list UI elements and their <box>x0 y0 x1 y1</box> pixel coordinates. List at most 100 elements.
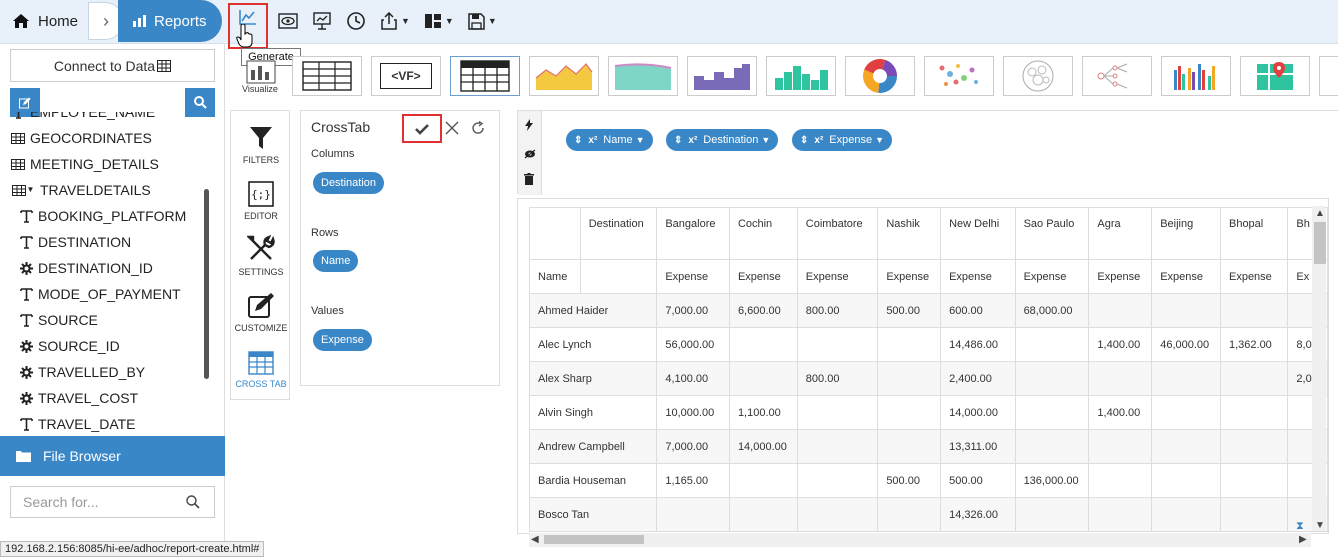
tree-item-label: BOOKING_PLATFORM <box>38 208 187 224</box>
file-search-input[interactable]: Search for... <box>10 486 215 518</box>
vis-circle-pack[interactable] <box>1003 56 1073 96</box>
tree-item[interactable]: TRAVEL_DATE <box>18 411 136 436</box>
table-icon <box>10 158 26 170</box>
columns-label: Columns <box>311 148 355 160</box>
table-icon <box>10 132 26 144</box>
tree-item[interactable]: MEETING_DETAILS <box>10 151 159 177</box>
apply-button[interactable] <box>402 114 442 143</box>
field-pill-destination[interactable]: ⇕ x² Destination ▼ <box>666 129 779 151</box>
field-pill-name[interactable]: ⇕ x² Name ▼ <box>566 129 653 151</box>
vis-map[interactable] <box>1240 56 1310 96</box>
tree-item-label: TRAVELDETAILS <box>40 182 151 198</box>
value-cell <box>877 361 942 396</box>
vis-area-chart[interactable] <box>529 56 599 96</box>
value-cell: 14,000.00 <box>728 429 798 464</box>
tree-item[interactable]: GEOCORDINATES <box>10 125 152 151</box>
tool-customize[interactable]: CUSTOMIZE <box>231 281 291 337</box>
tool-settings[interactable]: SETTINGS <box>231 225 291 281</box>
vis-tree-diagram[interactable] <box>1082 56 1152 96</box>
tree-item[interactable]: BOOKING_PLATFORM <box>18 203 186 229</box>
tool-filters[interactable]: FILTERS <box>231 113 291 169</box>
save-button[interactable]: ▼ <box>468 4 497 38</box>
row-name-cell: Alec Lynch <box>528 327 658 362</box>
tree-scrollbar-thumb[interactable] <box>204 189 209 379</box>
map-icon <box>1257 62 1293 90</box>
tree-item[interactable]: DESTINATION_ID <box>18 255 153 281</box>
column-field-pill[interactable]: Destination <box>313 172 385 194</box>
value-cell: 56,000.00 <box>656 327 730 362</box>
vis-table[interactable] <box>292 56 362 96</box>
row-field-pill[interactable]: Name <box>313 250 359 272</box>
sort-arrows-icon: ⇕ <box>800 134 809 146</box>
vis-donut-chart[interactable] <box>845 56 915 96</box>
vis-step-chart[interactable] <box>687 56 757 96</box>
table-vertical-scroll-thumb[interactable] <box>1314 222 1326 264</box>
value-cell <box>877 429 942 464</box>
caret-down-icon[interactable]: ▼ <box>761 135 770 145</box>
tree-item[interactable]: TRAVELLED_BY <box>18 359 145 385</box>
vis-stacked-area[interactable] <box>608 56 678 96</box>
scroll-up-arrow-icon[interactable]: ▲ <box>1315 208 1325 219</box>
table-horizontal-scrollbar[interactable] <box>529 533 1311 547</box>
tree-item[interactable]: SOURCE_ID <box>18 333 120 359</box>
table-horizontal-scroll-thumb[interactable] <box>544 535 644 544</box>
value-cell <box>728 361 798 396</box>
caret-down-icon[interactable]: ▼ <box>636 135 645 145</box>
visualize-button[interactable] <box>240 56 284 86</box>
layout-button[interactable]: ▼ <box>424 4 454 38</box>
scroll-right-arrow-icon[interactable]: ▶ <box>1299 534 1307 545</box>
scroll-down-arrow-icon[interactable]: ▼ <box>1315 520 1325 531</box>
donut-chart-icon <box>863 59 897 93</box>
tree-item-label: MODE_OF_PAYMENT <box>38 286 181 302</box>
value-cell: 7,000.00 <box>656 293 730 328</box>
file-browser-header[interactable]: File Browser <box>0 436 225 476</box>
multi-bar-icon <box>1174 64 1215 90</box>
tree-item[interactable]: TRAVEL_COST <box>18 385 138 411</box>
tree-item[interactable]: EMPLOYEE_NAME <box>10 112 155 125</box>
vis-crosstab[interactable] <box>450 56 520 96</box>
row-dimension-header: Name <box>529 259 581 294</box>
presentation-button[interactable] <box>312 4 332 38</box>
selected-fields-bar: ⇕ x² Name ▼ ⇕ x² Destination ▼ ⇕ x² Expense ▼ <box>517 110 1338 195</box>
caret-down-icon[interactable]: ▼ <box>875 135 884 145</box>
vis-multi-bar[interactable] <box>1161 56 1231 96</box>
tree-item[interactable]: ▼ TRAVELDETAILS <box>10 177 151 203</box>
vis-more[interactable] <box>1319 56 1338 96</box>
vis-bubble-chart[interactable] <box>924 56 994 96</box>
scroll-left-arrow-icon[interactable]: ◀ <box>531 534 539 545</box>
tool-editor[interactable]: {;} EDITOR <box>231 169 291 225</box>
tool-customize-label: CUSTOMIZE <box>234 323 288 333</box>
tool-crosstab[interactable]: CROSS TAB <box>231 337 291 393</box>
tree-item[interactable]: DESTINATION <box>18 229 131 255</box>
lightning-icon[interactable] <box>524 119 534 134</box>
value-field-pill[interactable]: Expense <box>313 329 372 351</box>
preview-button[interactable] <box>278 4 298 38</box>
file-search-placeholder: Search for... <box>23 494 99 510</box>
close-icon[interactable] <box>445 121 459 135</box>
trash-icon[interactable] <box>524 173 534 188</box>
tree-item[interactable]: MODE_OF_PAYMENT <box>18 281 181 307</box>
tree-item-label: EMPLOYEE_NAME <box>30 112 156 120</box>
eye-slash-icon[interactable] <box>524 147 536 162</box>
tree-item[interactable]: SOURCE <box>18 307 98 333</box>
connect-to-data-button[interactable]: Connect to Data <box>10 49 215 82</box>
numeric-field-icon <box>18 339 34 353</box>
tree-item-label: TRAVEL_DATE <box>38 416 136 432</box>
value-cell: 1,400.00 <box>1088 395 1153 430</box>
value-cell <box>1014 327 1090 362</box>
vis-histogram[interactable] <box>766 56 836 96</box>
row-name-cell: Alex Sharp <box>528 361 658 396</box>
value-cell <box>1088 293 1153 328</box>
breadcrumb-reports[interactable]: Reports <box>118 0 222 42</box>
measure-header: Expense <box>656 259 730 294</box>
value-cell: 500.00 <box>940 463 1016 498</box>
refresh-icon[interactable] <box>471 121 485 135</box>
export-button[interactable]: ▼ <box>380 4 410 38</box>
visualize-icon <box>246 60 276 84</box>
bar-chart-icon <box>133 15 146 27</box>
vis-vf-template[interactable]: <VF> <box>371 56 441 96</box>
bubble-chart-icon <box>939 64 978 86</box>
field-pill-expense[interactable]: ⇕ x² Expense ▼ <box>792 129 893 151</box>
tree-item-label: TRAVELLED_BY <box>38 364 146 380</box>
history-button[interactable] <box>346 4 366 38</box>
